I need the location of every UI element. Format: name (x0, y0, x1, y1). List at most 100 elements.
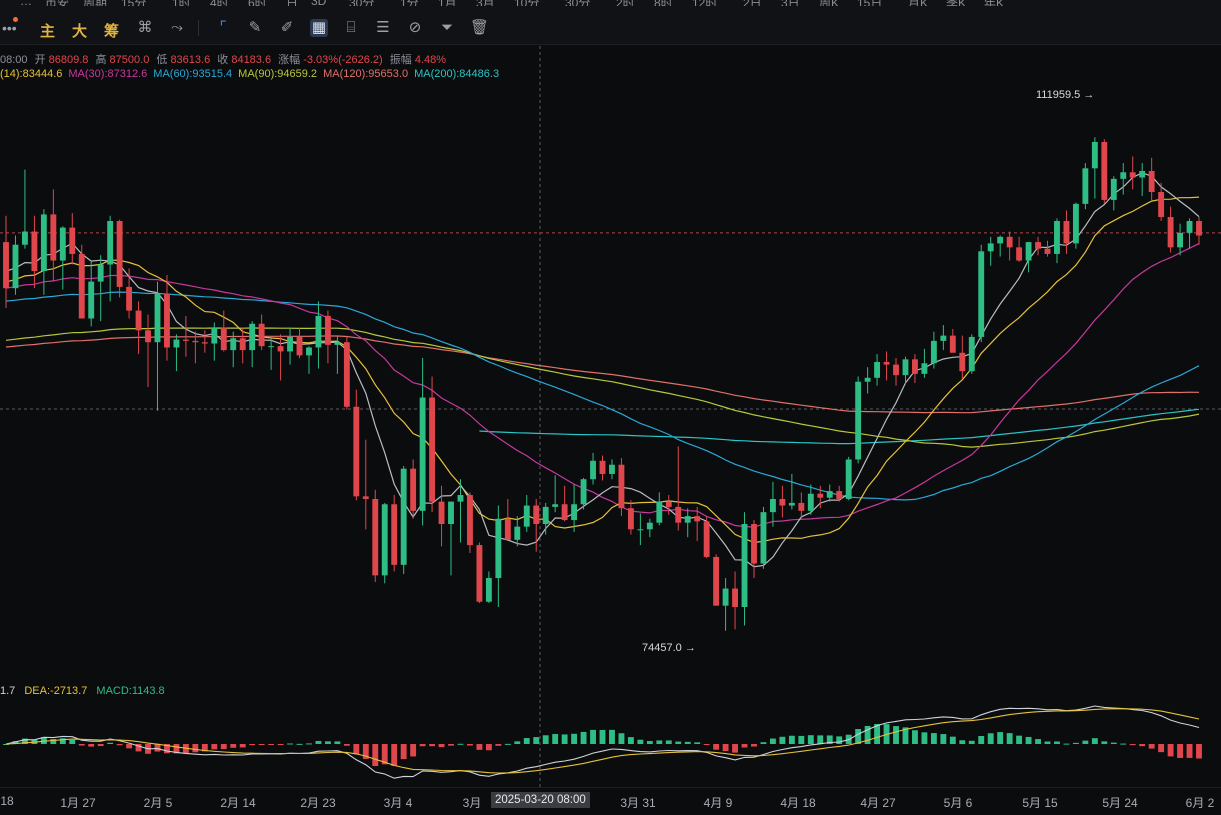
candle-body (173, 339, 180, 348)
time-axis-label: 5月 15 (1022, 796, 1058, 810)
macd-bar (287, 743, 293, 745)
macd-bar (78, 744, 85, 746)
candle-body (845, 459, 852, 499)
macd-bar (855, 729, 862, 744)
candle-body (741, 524, 748, 608)
candle-body (514, 526, 521, 540)
macd-bar (722, 744, 729, 752)
macd-bar (732, 744, 738, 753)
macd-bar (391, 744, 398, 766)
candle-body (69, 227, 76, 254)
macd-bar (448, 744, 454, 746)
macd-bar (987, 733, 994, 744)
candle-body (760, 512, 767, 564)
macd-bar (542, 735, 549, 744)
high-annotation: 111959.5 → (1036, 89, 1094, 101)
macd-bar (912, 730, 918, 744)
candle-body (495, 518, 502, 579)
macd-bar (438, 744, 445, 748)
macd-bar (277, 744, 284, 745)
candle-body (1139, 170, 1146, 178)
time-axis-label: 3月 4 (383, 796, 413, 810)
candle-body (788, 502, 795, 506)
macd-bar (154, 744, 161, 752)
candle-body (902, 359, 909, 376)
candle-body (50, 214, 57, 261)
macd-bar (495, 744, 502, 746)
candle-body (1044, 248, 1051, 254)
candlestick-chart[interactable] (0, 0, 1221, 814)
candle-body (694, 516, 701, 522)
candle-body (798, 502, 805, 511)
macd-bar (978, 735, 985, 744)
candle-body (1186, 221, 1193, 233)
candle-body (268, 346, 275, 348)
macd-bar (769, 738, 776, 744)
candle-body (912, 359, 918, 374)
macd-bar (306, 743, 312, 745)
candle-body (618, 464, 625, 509)
candle-body (485, 578, 492, 602)
candle-body (769, 498, 776, 513)
macd-bar (1129, 744, 1136, 746)
macd-bar (997, 732, 1004, 744)
ma-line (5, 243, 1200, 528)
candle-body (1158, 192, 1165, 218)
macd-bar (1186, 744, 1193, 758)
macd-bar (211, 744, 218, 750)
candle-body (504, 518, 511, 540)
candle-body (154, 293, 161, 343)
candle-body (656, 501, 663, 523)
macd-bar (107, 742, 114, 744)
candle-body (353, 406, 360, 497)
macd-bar (1082, 740, 1089, 744)
macd-bar (921, 732, 928, 744)
candle-body (230, 338, 237, 351)
macd-bar (514, 741, 521, 744)
macd-bar (807, 735, 814, 744)
macd-bar (618, 733, 625, 744)
candle-body (1082, 168, 1089, 204)
candle-body (476, 545, 483, 602)
macd-bar (741, 744, 748, 748)
candle-body (959, 352, 966, 372)
high-annotation-value: 111959.5 (1036, 89, 1081, 101)
candle-body (627, 508, 634, 530)
candle-body (713, 556, 720, 606)
macd-bar (504, 743, 511, 745)
macd-bar (703, 744, 710, 745)
macd-bar (627, 737, 634, 744)
candle-body (523, 505, 530, 527)
macd-bar (817, 735, 824, 744)
candle-body (874, 361, 881, 378)
macd-bar (940, 734, 947, 744)
candle-body (306, 347, 312, 356)
macd-bar (324, 741, 331, 744)
macd-bar (751, 744, 757, 747)
macd-bar (258, 744, 265, 745)
macd-bar (476, 744, 483, 750)
macd-bar (315, 740, 322, 744)
macd-bar (1120, 743, 1127, 745)
candle-body (817, 493, 824, 498)
candle-body (182, 339, 189, 341)
ma-line (479, 408, 1200, 445)
candle-body (722, 588, 729, 606)
candle-body (287, 336, 293, 352)
time-axis-label: 2月 14 (220, 796, 256, 810)
candle-body (1129, 172, 1136, 178)
candle-body (1148, 170, 1155, 193)
candle-body (590, 460, 596, 480)
candle-body (277, 346, 284, 352)
macd-bar (1025, 736, 1032, 744)
candle-body (107, 221, 114, 265)
macd-bar (192, 744, 199, 753)
macd-bar (1063, 743, 1070, 745)
candle-body (78, 253, 85, 319)
macd-bar (1072, 742, 1079, 744)
time-axis-label: 18 (0, 794, 14, 808)
candle-body (1101, 141, 1108, 200)
crosshair-time-label: 2025-03-20 08:00 (491, 792, 590, 808)
candle-body (1177, 232, 1183, 248)
candle-body (372, 498, 379, 576)
